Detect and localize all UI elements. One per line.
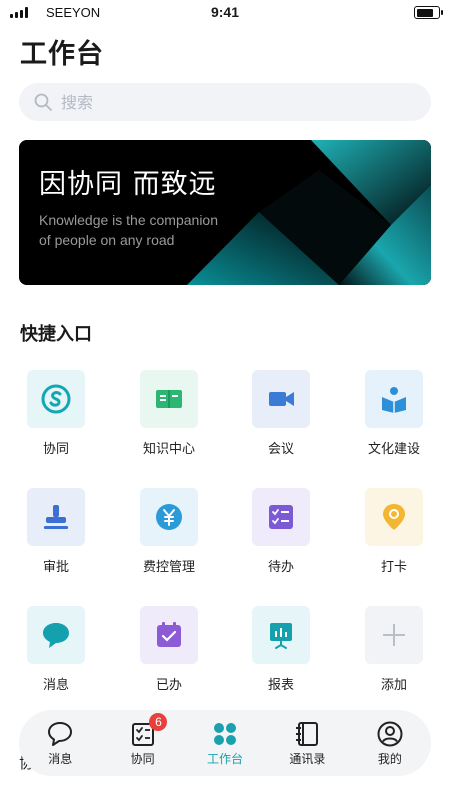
location-pin-icon <box>383 504 405 530</box>
tab-label: 协同 <box>130 751 155 766</box>
quick-item-label: 添加 <box>380 678 407 693</box>
quick-item-done[interactable]: 已办 <box>119 606 219 693</box>
quick-item-approval[interactable]: 审批 <box>6 488 106 575</box>
tab-profile[interactable]: 我的 <box>349 710 431 776</box>
page-title: 工作台 <box>20 39 104 70</box>
contacts-book-icon <box>296 721 319 746</box>
quick-item-messages[interactable]: 消息 <box>6 606 106 693</box>
quick-item-label: 报表 <box>267 678 294 693</box>
quick-item-label: 消息 <box>42 678 69 693</box>
status-bar: SEEYON 9:41 <box>0 0 450 26</box>
calendar-check-icon <box>157 622 181 647</box>
quick-item-checkin[interactable]: 打卡 <box>344 488 444 575</box>
quick-item-add[interactable]: 添加 <box>344 606 444 693</box>
tab-collaboration[interactable]: 协同 6 <box>101 710 183 776</box>
quick-item-label: 已办 <box>155 678 182 693</box>
stamp-icon <box>44 505 68 529</box>
banner-subtitle: Knowledge is the companion of people on … <box>39 212 219 248</box>
status-time: 9:41 <box>210 4 240 20</box>
user-circle-icon <box>377 721 403 746</box>
quick-item-label: 打卡 <box>380 560 407 575</box>
quick-item-reports[interactable]: 报表 <box>231 606 331 693</box>
grid-dots-icon <box>214 722 237 745</box>
quick-item-todo[interactable]: 待办 <box>231 488 331 575</box>
tab-label: 我的 <box>377 751 402 766</box>
quick-item-label: 协同 <box>42 442 69 457</box>
quick-item-culture[interactable]: 文化建设 <box>344 370 444 457</box>
bottom-tab-bar: 消息 协同 6 工作台 通讯录 我的 <box>19 710 431 776</box>
reading-person-icon <box>382 387 406 413</box>
tab-label: 消息 <box>48 751 73 766</box>
battery-icon <box>414 6 443 19</box>
video-camera-icon <box>269 392 294 406</box>
quick-item-label: 审批 <box>42 560 69 575</box>
quick-item-label: 待办 <box>267 560 294 575</box>
tab-workbench[interactable]: 工作台 <box>184 710 266 776</box>
search-bar[interactable] <box>19 83 431 121</box>
chat-bubble-outline-icon <box>48 721 73 746</box>
search-icon <box>34 93 52 111</box>
search-input[interactable] <box>61 92 361 112</box>
quick-item-label: 会议 <box>267 442 294 457</box>
tab-label: 工作台 <box>207 751 244 766</box>
quick-item-label: 文化建设 <box>367 442 420 457</box>
quick-access-title: 快捷入口 <box>20 324 92 345</box>
unread-badge: 6 <box>149 713 168 731</box>
quick-item-label: 知识中心 <box>142 442 195 457</box>
yuan-coin-icon <box>156 504 182 530</box>
quick-item-label: 费控管理 <box>142 560 195 575</box>
quick-item-expense[interactable]: 费控管理 <box>119 488 219 575</box>
quick-item-knowledge[interactable]: 知识中心 <box>119 370 219 457</box>
banner-title: 因协同 而致远 <box>39 169 217 200</box>
plus-icon <box>383 624 405 646</box>
quick-item-collaboration[interactable]: 协同 <box>6 370 106 457</box>
tab-label: 通讯录 <box>289 751 326 766</box>
book-icon <box>156 390 182 408</box>
presentation-chart-icon <box>270 623 292 649</box>
s-logo-icon <box>41 384 71 414</box>
checklist-icon <box>269 505 293 529</box>
tab-messages[interactable]: 消息 <box>19 710 101 776</box>
promo-banner[interactable]: 因协同 而致远 Knowledge is the companion of pe… <box>19 140 431 285</box>
tab-contacts[interactable]: 通讯录 <box>266 710 348 776</box>
quick-item-meeting[interactable]: 会议 <box>231 370 331 457</box>
chat-bubble-icon <box>43 623 69 648</box>
